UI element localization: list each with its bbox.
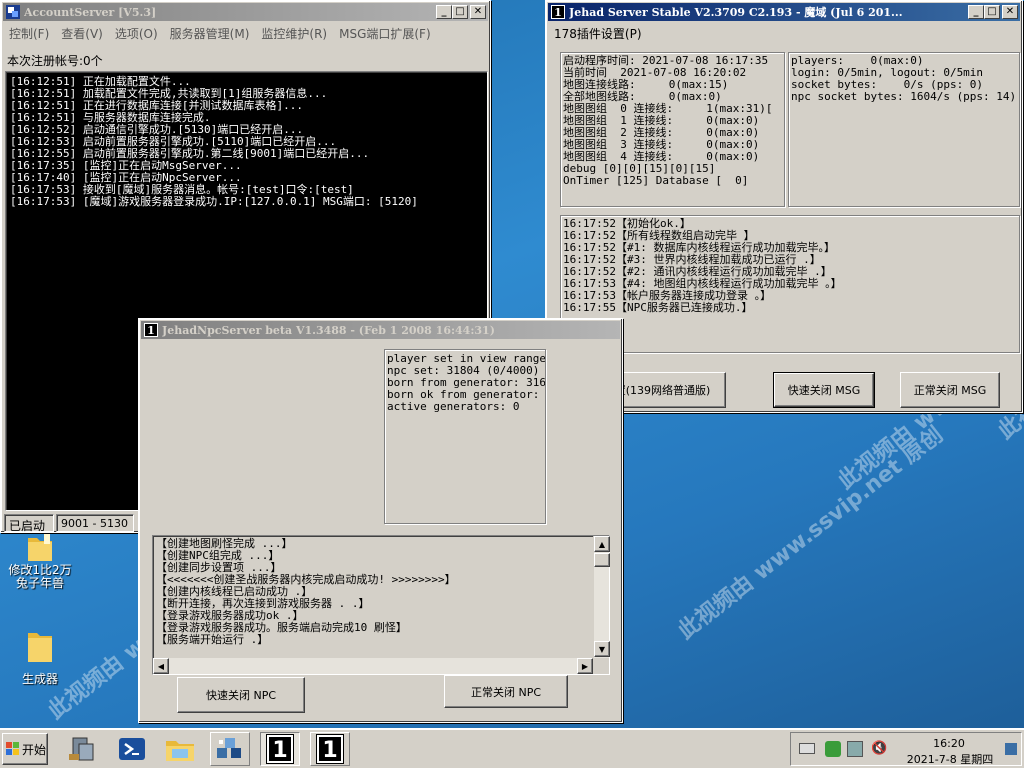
scroll-up-button[interactable]: ▲ (594, 536, 610, 552)
windows-logo-icon (6, 742, 19, 755)
app-icon: 1 (551, 5, 565, 19)
scroll-down-button[interactable]: ▼ (594, 641, 610, 657)
app-icon (6, 5, 20, 19)
log-line: [16:17:53] [魔域]游戏服务器登录成功.IP:[127.0.0.1] … (10, 195, 418, 208)
taskbar-server-manager[interactable] (62, 732, 102, 766)
taskbar-powershell[interactable] (112, 732, 152, 766)
powershell-icon (119, 738, 145, 760)
minimize-button[interactable]: _ (436, 5, 452, 19)
status-ports: 9001 - 5130 (56, 514, 134, 532)
close-button[interactable]: ✕ (1002, 5, 1018, 19)
clock-time[interactable]: 16:20 (909, 737, 989, 750)
desktop-icon-label: 生成器 (21, 672, 58, 686)
maximize-button[interactable]: □ (452, 5, 468, 19)
keyboard-icon[interactable] (799, 743, 815, 754)
scroll-left-button[interactable]: ◀ (153, 658, 169, 674)
close-button[interactable]: ✕ (470, 5, 486, 19)
app-one-icon: 1 (316, 734, 344, 764)
server-info-left: 启动程序时间: 2021-07-08 16:17:35 当前时间 2021-07-… (560, 52, 785, 207)
title-bar[interactable]: 1 Jehad Server Stable V2.3709 C2.193 - 魔… (548, 3, 1020, 21)
menu-monitor[interactable]: 监控维护(R) (255, 25, 333, 42)
scroll-right-button[interactable]: ▶ (577, 658, 593, 674)
npc-log: 【创建地图刷怪完成 ...】 【创建NPC组完成 ...】 【创建同步设置项 ...… (152, 535, 610, 675)
quick-close-npc-button[interactable]: 快速关闭 NPC (177, 677, 305, 713)
server-info-right: players: 0(max:0) login: 0/5min, logout: … (788, 52, 1020, 207)
server-log: 16:17:52【初始化ok.】 16:17:52【所有线程数组启动完毕 】 16:… (560, 215, 1020, 353)
clock-date[interactable]: 2021-7-8 星期四 (895, 751, 1005, 767)
horizontal-scrollbar[interactable]: ◀ ▶ (153, 658, 593, 674)
quick-close-msg-button[interactable]: 快速关闭 MSG (773, 372, 875, 408)
file-explorer-icon (166, 741, 194, 761)
taskbar-explorer[interactable] (160, 732, 200, 766)
npc-info: player set in view range: 0npc set: 3180… (384, 349, 546, 524)
info-line: OnTimer [125] Database [ 0] (563, 174, 749, 187)
network-icon[interactable] (847, 741, 863, 757)
info-line: npc socket bytes: 1604/s (pps: 14) (791, 90, 1017, 103)
taskbar-jehad-server[interactable]: 1 (260, 732, 300, 766)
title-bar[interactable]: 1 JehadNpcServer beta V1.3488 - (Feb 1 2… (141, 321, 620, 339)
app-one-icon: 1 (266, 734, 294, 764)
menu-server-management[interactable]: 服务器管理(M) (164, 25, 256, 42)
minimize-button[interactable]: _ (968, 5, 984, 19)
normal-close-msg-button[interactable]: 正常关闭 MSG (900, 372, 1000, 408)
security-icon[interactable] (825, 741, 841, 757)
folder-icon (28, 534, 52, 561)
status-started: 已启动 (4, 514, 54, 533)
server-manager-icon (69, 737, 94, 761)
volume-icon[interactable]: 🔇 (871, 741, 887, 757)
normal-close-npc-button[interactable]: 正常关闭 NPC (444, 675, 568, 708)
menu-options[interactable]: 选项(O) (109, 25, 164, 42)
scroll-thumb[interactable] (594, 553, 610, 567)
menu-msg-port[interactable]: MSG端口扩展(F) (333, 25, 437, 42)
registered-count: 本次注册帐号:0个 (7, 54, 103, 68)
menu-control[interactable]: 控制(F) (3, 25, 55, 42)
plugin-menu[interactable]: 178插件设置(P) (554, 25, 642, 42)
desktop-icon-modify[interactable]: 修改1比2万兔子年兽 (2, 530, 78, 590)
taskbar-network-app[interactable] (210, 732, 250, 766)
desktop-icon-label: 修改1比2万兔子年兽 (8, 563, 72, 590)
info-line: active generators: 0 (387, 400, 520, 413)
window-title: AccountServer [V5.3] (24, 5, 157, 19)
network-cubes-icon (217, 738, 241, 758)
folder-icon (28, 633, 52, 662)
menu-view[interactable]: 查看(V) (55, 25, 109, 42)
system-tray: 🔇 16:20 2021-7-8 星期四 (790, 732, 1022, 766)
taskbar-npc-server[interactable]: 1 (310, 732, 350, 766)
maximize-button[interactable]: □ (984, 5, 1000, 19)
taskbar: 开始 1 1 🔇 16:20 2021-7-8 星期四 (0, 728, 1024, 768)
desktop-icon-generator[interactable]: 生成器 (2, 625, 78, 687)
app-icon: 1 (144, 323, 158, 337)
show-desktop-button[interactable] (1005, 743, 1017, 755)
npc-server-window[interactable]: 1 JehadNpcServer beta V1.3488 - (Feb 1 2… (138, 318, 623, 723)
vertical-scrollbar[interactable]: ▲ ▼ (593, 536, 610, 658)
window-title: Jehad Server Stable V2.3709 C2.193 - 魔域 … (569, 6, 903, 19)
window-title: JehadNpcServer beta V1.3488 - (Feb 1 200… (162, 323, 495, 337)
start-button[interactable]: 开始 (2, 733, 48, 765)
log-line: 16:17:55【NPC服务器已连接成功.】 (563, 301, 753, 314)
title-bar[interactable]: AccountServer [V5.3] _ □ ✕ (3, 3, 488, 21)
menu-bar: 控制(F) 查看(V) 选项(O) 服务器管理(M) 监控维护(R) MSG端口… (3, 25, 437, 42)
log-line: 【服务端开始运行 .】 (156, 633, 269, 646)
start-label: 开始 (22, 742, 47, 757)
